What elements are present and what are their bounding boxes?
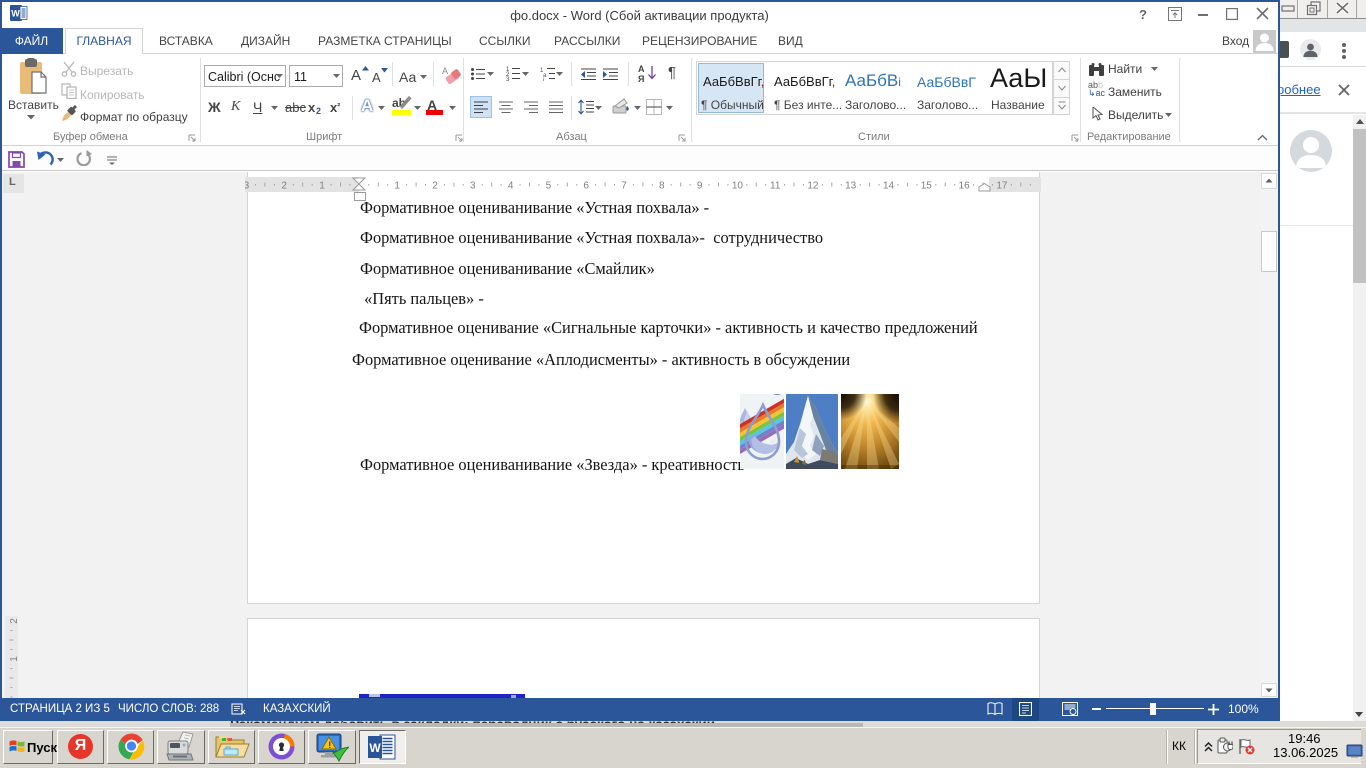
- svg-text:17: 17: [996, 181, 1008, 192]
- svg-text:9: 9: [697, 181, 703, 192]
- svg-text:10: 10: [732, 181, 744, 192]
- svg-text:11: 11: [770, 181, 781, 192]
- svg-text:6: 6: [583, 181, 589, 192]
- svg-text:4: 4: [508, 181, 514, 192]
- svg-text:3: 3: [245, 181, 250, 192]
- svg-text:!: !: [328, 740, 331, 750]
- svg-text:2: 2: [9, 618, 18, 624]
- svg-text:5: 5: [546, 181, 552, 192]
- svg-text:1: 1: [9, 656, 18, 662]
- svg-text:14: 14: [883, 181, 895, 192]
- svg-text:1: 1: [394, 181, 400, 192]
- svg-text:1: 1: [319, 181, 325, 192]
- svg-text:8: 8: [659, 181, 665, 192]
- svg-text:13: 13: [845, 181, 857, 192]
- svg-text:А: А: [442, 66, 448, 76]
- svg-text:15: 15: [921, 181, 933, 192]
- svg-text:3: 3: [470, 181, 476, 192]
- svg-text:2: 2: [281, 181, 287, 192]
- svg-text:W: W: [369, 741, 381, 755]
- svg-text:16: 16: [959, 181, 971, 192]
- svg-text:12: 12: [807, 181, 819, 192]
- svg-text:3: 3: [506, 77, 510, 81]
- svg-text:7: 7: [621, 181, 627, 192]
- svg-text:2: 2: [432, 181, 438, 192]
- svg-text:i: i: [543, 78, 544, 81]
